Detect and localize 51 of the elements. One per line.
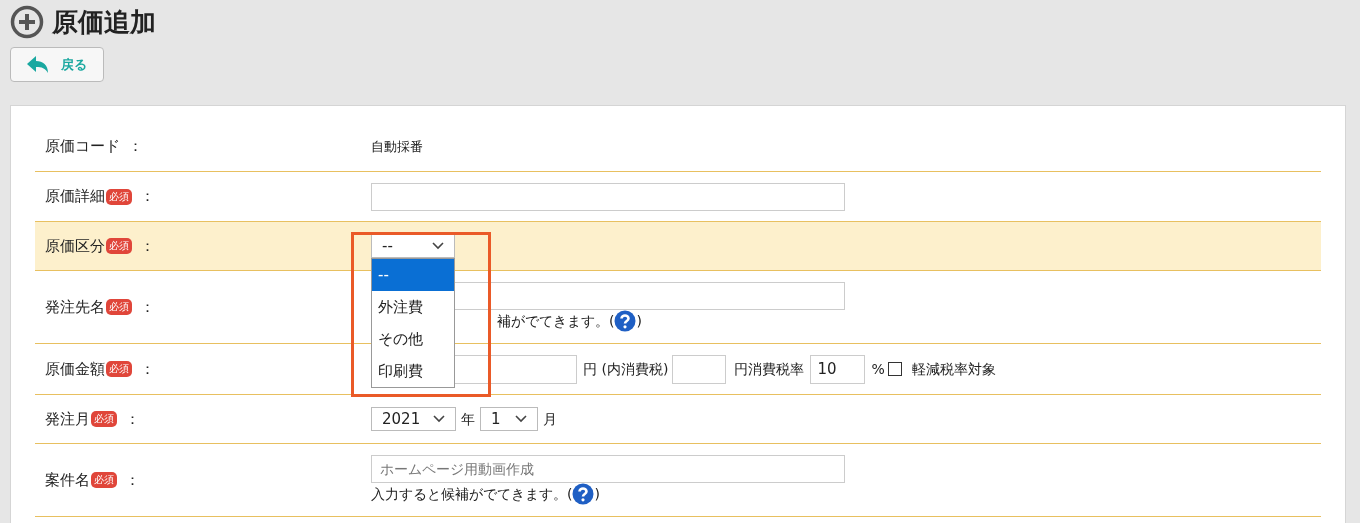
field-value: 自動採番 — [371, 137, 423, 156]
unit-label: 月 — [543, 409, 557, 429]
help-icon[interactable] — [572, 483, 595, 505]
dropdown-option[interactable]: 印刷費 — [372, 355, 454, 387]
checkbox-label: 軽減税率対象 — [911, 359, 996, 379]
checkbox[interactable] — [887, 362, 902, 376]
required-badge: 必須 — [106, 361, 132, 377]
unit-label: % — [871, 359, 885, 379]
hint-text: ) — [594, 484, 600, 504]
text-input[interactable] — [371, 182, 845, 211]
field-label: ： — [140, 186, 155, 208]
unit-label: 円消費税率 — [734, 359, 805, 379]
hint-text: 補がでてきます。( — [497, 311, 615, 331]
field-label: ： — [125, 469, 140, 491]
field-label: ： — [140, 235, 155, 257]
field-label: ： — [125, 408, 140, 430]
field-label: ： — [140, 296, 155, 318]
field-label: 原価区分 — [45, 235, 105, 257]
required-badge: 必須 — [106, 299, 132, 315]
text-input[interactable]: ホームページ用動画作成 — [371, 455, 845, 483]
field-label: 原価コード — [45, 136, 120, 158]
category-select[interactable]: -- — [371, 234, 455, 258]
plus-circle-icon — [10, 5, 44, 39]
field-label: ： — [128, 136, 143, 158]
dropdown-option[interactable]: -- — [372, 259, 454, 291]
field-label: 案件名 — [45, 469, 90, 491]
field-label: 発注月 — [45, 408, 90, 430]
tax-input[interactable] — [672, 354, 727, 384]
hint-text: ) — [636, 311, 642, 331]
required-badge: 必須 — [106, 238, 132, 254]
chevron-down-icon — [432, 242, 444, 250]
help-icon[interactable] — [614, 310, 637, 332]
chevron-down-icon — [515, 415, 527, 423]
field-label: ： — [140, 358, 155, 380]
unit-label: 円 (内消費税) — [583, 359, 669, 379]
month-select[interactable]: 1 — [480, 407, 538, 431]
required-badge: 必須 — [91, 411, 117, 427]
required-badge: 必須 — [91, 472, 117, 488]
reply-arrow-icon — [27, 55, 49, 74]
chevron-down-icon — [433, 415, 445, 423]
year-select[interactable]: 2021 — [371, 407, 456, 431]
page-title: 原価追加 — [52, 5, 156, 39]
field-label: 原価詳細 — [45, 186, 105, 208]
hint-text: 入力すると候補がでてきます。( — [371, 484, 573, 504]
dropdown-option[interactable]: その他 — [372, 323, 454, 355]
unit-label: 年 — [461, 409, 475, 429]
field-label: 原価金額 — [45, 358, 105, 380]
dropdown-option[interactable]: 外注費 — [372, 291, 454, 323]
rate-input[interactable]: 10 — [810, 354, 866, 384]
required-badge: 必須 — [106, 188, 132, 205]
field-label: 発注先名 — [45, 296, 105, 318]
